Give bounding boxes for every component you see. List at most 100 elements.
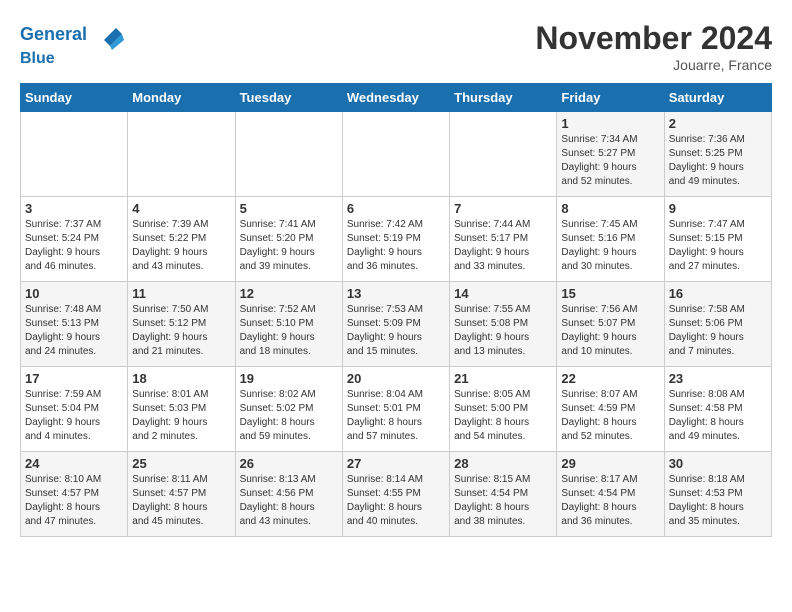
day-cell: 19Sunrise: 8:02 AM Sunset: 5:02 PM Dayli… [235, 367, 342, 452]
day-info: Sunrise: 8:14 AM Sunset: 4:55 PM Dayligh… [347, 473, 445, 529]
day-info: Sunrise: 8:05 AM Sunset: 5:00 PM Dayligh… [454, 388, 552, 444]
day-cell: 17 Sunrise: 7:59 AM Sunset: 5:04 PM Dayli… [21, 367, 128, 452]
day-info: Sunrise: 7:53 AM Sunset: 5:09 PM Dayligh… [347, 303, 445, 359]
calendar-table: SundayMondayTuesdayWednesdayThursdayFrid… [20, 83, 772, 537]
week-row-3: 10 Sunrise: 7:48 AM Sunset: 5:13 PM Dayli… [21, 282, 772, 367]
day-number: 24 [25, 456, 123, 471]
day-info: Sunrise: 7:45 AM Sunset: 5:16 PM Dayligh… [561, 218, 659, 274]
day-number: 25 [132, 456, 230, 471]
calendar-body: 1 Sunrise: 7:34 AM Sunset: 5:27 PM Daylig… [21, 112, 772, 537]
day-cell: 3Sunrise: 7:37 AM Sunset: 5:24 PM Daylig… [21, 197, 128, 282]
day-cell [128, 112, 235, 197]
day-info: Sunrise: 7:48 AM Sunset: 5:13 PM Dayligh… [25, 303, 123, 359]
day-cell: 20 Sunrise: 8:04 AM Sunset: 5:01 PM Dayli… [342, 367, 449, 452]
day-info: Sunrise: 7:47 AM Sunset: 5:15 PM Dayligh… [669, 218, 767, 274]
day-number: 12 [240, 286, 338, 301]
day-number: 10 [25, 286, 123, 301]
day-cell: 26 Sunrise: 8:13 AM Sunset: 4:56 PM Dayli… [235, 452, 342, 537]
day-cell: 14Sunrise: 7:55 AM Sunset: 5:08 PM Dayli… [450, 282, 557, 367]
day-number: 20 [347, 371, 445, 386]
logo-icon [96, 20, 126, 50]
week-row-1: 1 Sunrise: 7:34 AM Sunset: 5:27 PM Daylig… [21, 112, 772, 197]
day-cell: 12 Sunrise: 7:52 AM Sunset: 5:10 PM Dayli… [235, 282, 342, 367]
day-info: Sunrise: 8:02 AM Sunset: 5:02 PM Dayligh… [240, 388, 338, 444]
day-number: 28 [454, 456, 552, 471]
day-info: Sunrise: 7:42 AM Sunset: 5:19 PM Dayligh… [347, 218, 445, 274]
day-cell: 27 Sunrise: 8:14 AM Sunset: 4:55 PM Dayli… [342, 452, 449, 537]
day-cell: 11 Sunrise: 7:50 AM Sunset: 5:12 PM Dayli… [128, 282, 235, 367]
day-cell: 2 Sunrise: 7:36 AM Sunset: 5:25 PM Daylig… [664, 112, 771, 197]
day-cell: 15 Sunrise: 7:56 AM Sunset: 5:07 PM Dayli… [557, 282, 664, 367]
day-cell: 8Sunrise: 7:45 AM Sunset: 5:16 PM Daylig… [557, 197, 664, 282]
day-cell: 16Sunrise: 7:58 AM Sunset: 5:06 PM Dayli… [664, 282, 771, 367]
day-info: Sunrise: 8:15 AM Sunset: 4:54 PM Dayligh… [454, 473, 552, 529]
day-number: 1 [561, 116, 659, 131]
day-cell [21, 112, 128, 197]
day-cell: 7 Sunrise: 7:44 AM Sunset: 5:17 PM Daylig… [450, 197, 557, 282]
day-number: 22 [561, 371, 659, 386]
day-number: 4 [132, 201, 230, 216]
header-saturday: Saturday [664, 84, 771, 112]
day-cell: 24Sunrise: 8:10 AM Sunset: 4:57 PM Dayli… [21, 452, 128, 537]
week-row-5: 24Sunrise: 8:10 AM Sunset: 4:57 PM Dayli… [21, 452, 772, 537]
day-cell [450, 112, 557, 197]
day-cell: 13 Sunrise: 7:53 AM Sunset: 5:09 PM Dayli… [342, 282, 449, 367]
day-number: 3 [25, 201, 123, 216]
header-friday: Friday [557, 84, 664, 112]
day-cell: 9 Sunrise: 7:47 AM Sunset: 5:15 PM Daylig… [664, 197, 771, 282]
day-number: 7 [454, 201, 552, 216]
day-info: Sunrise: 8:11 AM Sunset: 4:57 PM Dayligh… [132, 473, 230, 529]
day-cell: 1 Sunrise: 7:34 AM Sunset: 5:27 PM Daylig… [557, 112, 664, 197]
day-number: 29 [561, 456, 659, 471]
day-info: Sunrise: 7:55 AM Sunset: 5:08 PM Dayligh… [454, 303, 552, 359]
day-cell: 30Sunrise: 8:18 AM Sunset: 4:53 PM Dayli… [664, 452, 771, 537]
day-cell: 22 Sunrise: 8:07 AM Sunset: 4:59 PM Dayli… [557, 367, 664, 452]
day-info: Sunrise: 7:56 AM Sunset: 5:07 PM Dayligh… [561, 303, 659, 359]
day-info: Sunrise: 7:36 AM Sunset: 5:25 PM Dayligh… [669, 133, 767, 189]
day-info: Sunrise: 8:13 AM Sunset: 4:56 PM Dayligh… [240, 473, 338, 529]
day-number: 23 [669, 371, 767, 386]
day-cell: 29 Sunrise: 8:17 AM Sunset: 4:54 PM Dayli… [557, 452, 664, 537]
day-cell: 25 Sunrise: 8:11 AM Sunset: 4:57 PM Dayli… [128, 452, 235, 537]
day-number: 2 [669, 116, 767, 131]
day-number: 26 [240, 456, 338, 471]
day-number: 27 [347, 456, 445, 471]
day-cell: 28 Sunrise: 8:15 AM Sunset: 4:54 PM Dayli… [450, 452, 557, 537]
title-block: November 2024 Jouarre, France [535, 20, 772, 73]
day-info: Sunrise: 7:41 AM Sunset: 5:20 PM Dayligh… [240, 218, 338, 274]
day-number: 5 [240, 201, 338, 216]
day-number: 11 [132, 286, 230, 301]
page-header: General Blue November 2024 Jouarre, Fran… [20, 20, 772, 73]
header-thursday: Thursday [450, 84, 557, 112]
day-number: 21 [454, 371, 552, 386]
day-number: 9 [669, 201, 767, 216]
day-number: 17 [25, 371, 123, 386]
day-info: Sunrise: 8:01 AM Sunset: 5:03 PM Dayligh… [132, 388, 230, 444]
month-title: November 2024 [535, 20, 772, 57]
location: Jouarre, France [535, 57, 772, 73]
day-info: Sunrise: 7:52 AM Sunset: 5:10 PM Dayligh… [240, 303, 338, 359]
day-cell: 6 Sunrise: 7:42 AM Sunset: 5:19 PM Daylig… [342, 197, 449, 282]
day-cell: 18Sunrise: 8:01 AM Sunset: 5:03 PM Dayli… [128, 367, 235, 452]
logo: General Blue [20, 20, 126, 68]
day-cell: 5 Sunrise: 7:41 AM Sunset: 5:20 PM Daylig… [235, 197, 342, 282]
header-tuesday: Tuesday [235, 84, 342, 112]
day-cell: 4Sunrise: 7:39 AM Sunset: 5:22 PM Daylig… [128, 197, 235, 282]
header-row: SundayMondayTuesdayWednesdayThursdayFrid… [21, 84, 772, 112]
day-info: Sunrise: 7:50 AM Sunset: 5:12 PM Dayligh… [132, 303, 230, 359]
day-info: Sunrise: 8:17 AM Sunset: 4:54 PM Dayligh… [561, 473, 659, 529]
day-number: 13 [347, 286, 445, 301]
day-info: Sunrise: 7:34 AM Sunset: 5:27 PM Dayligh… [561, 133, 659, 189]
calendar-header: SundayMondayTuesdayWednesdayThursdayFrid… [21, 84, 772, 112]
day-info: Sunrise: 8:07 AM Sunset: 4:59 PM Dayligh… [561, 388, 659, 444]
day-number: 16 [669, 286, 767, 301]
day-number: 6 [347, 201, 445, 216]
day-number: 15 [561, 286, 659, 301]
week-row-4: 17 Sunrise: 7:59 AM Sunset: 5:04 PM Dayli… [21, 367, 772, 452]
day-info: Sunrise: 8:04 AM Sunset: 5:01 PM Dayligh… [347, 388, 445, 444]
logo-text: General [20, 20, 126, 50]
day-info: Sunrise: 7:59 AM Sunset: 5:04 PM Dayligh… [25, 388, 123, 444]
day-info: Sunrise: 8:08 AM Sunset: 4:58 PM Dayligh… [669, 388, 767, 444]
day-info: Sunrise: 7:44 AM Sunset: 5:17 PM Dayligh… [454, 218, 552, 274]
day-cell [235, 112, 342, 197]
